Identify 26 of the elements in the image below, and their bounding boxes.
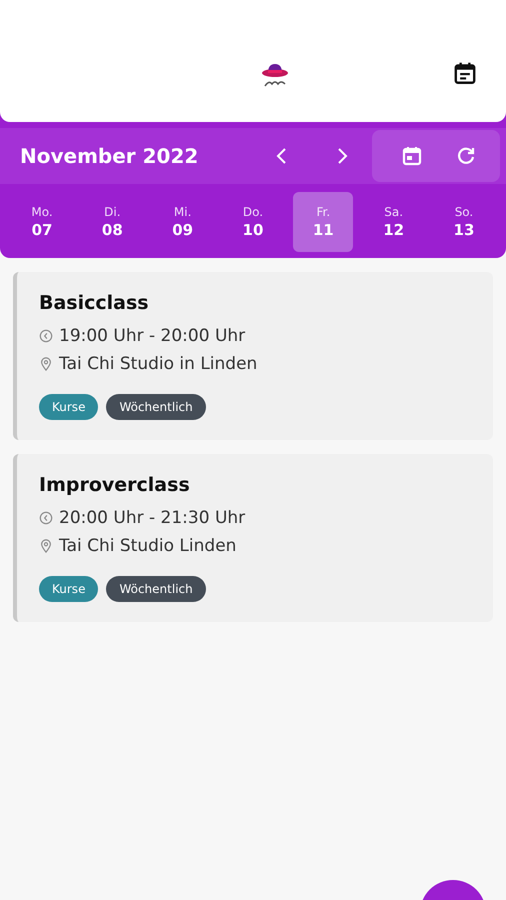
calendar-icon[interactable] [400,144,424,168]
tag: Wöchentlich [106,394,206,420]
day-tab[interactable]: So. 13 [434,192,494,252]
event-location: Tai Chi Studio Linden [59,536,236,556]
event-location: Tai Chi Studio in Linden [59,354,258,374]
location-pin-icon [39,357,53,371]
day-tab[interactable]: Sa. 12 [364,192,424,252]
day-tab[interactable]: Di. 08 [82,192,142,252]
clock-icon [39,329,53,343]
day-tab[interactable]: Fr. 11 [293,192,354,252]
location-pin-icon [39,539,53,553]
tag: Wöchentlich [106,576,206,602]
day-tab[interactable]: Do. 10 [222,192,283,252]
event-title: Basicclass [39,292,150,314]
agenda-calendar-icon[interactable] [452,60,478,86]
event-card[interactable]: Basicclass 19:00 Uhr - 20:00 Uhr Tai Chi Studio in Linden Kurse Wöchentlich [13,272,493,440]
tag: Kurse [39,394,98,420]
day-tab[interactable]: Mo. 07 [12,192,72,252]
event-card[interactable]: Improverclass 20:00 Uhr - 21:30 Uhr Tai Chi Studio Linden Kurse Wöchentlich [13,454,493,622]
event-time: 20:00 Uhr - 21:30 Uhr [59,508,246,528]
event-time: 19:00 Uhr - 20:00 Uhr [59,326,246,346]
month-title: November 2022 [20,144,200,168]
event-title: Improverclass [39,474,191,496]
tag: Kurse [39,576,98,602]
day-tab[interactable]: Mi. 09 [152,192,213,252]
clock-icon [39,511,53,525]
